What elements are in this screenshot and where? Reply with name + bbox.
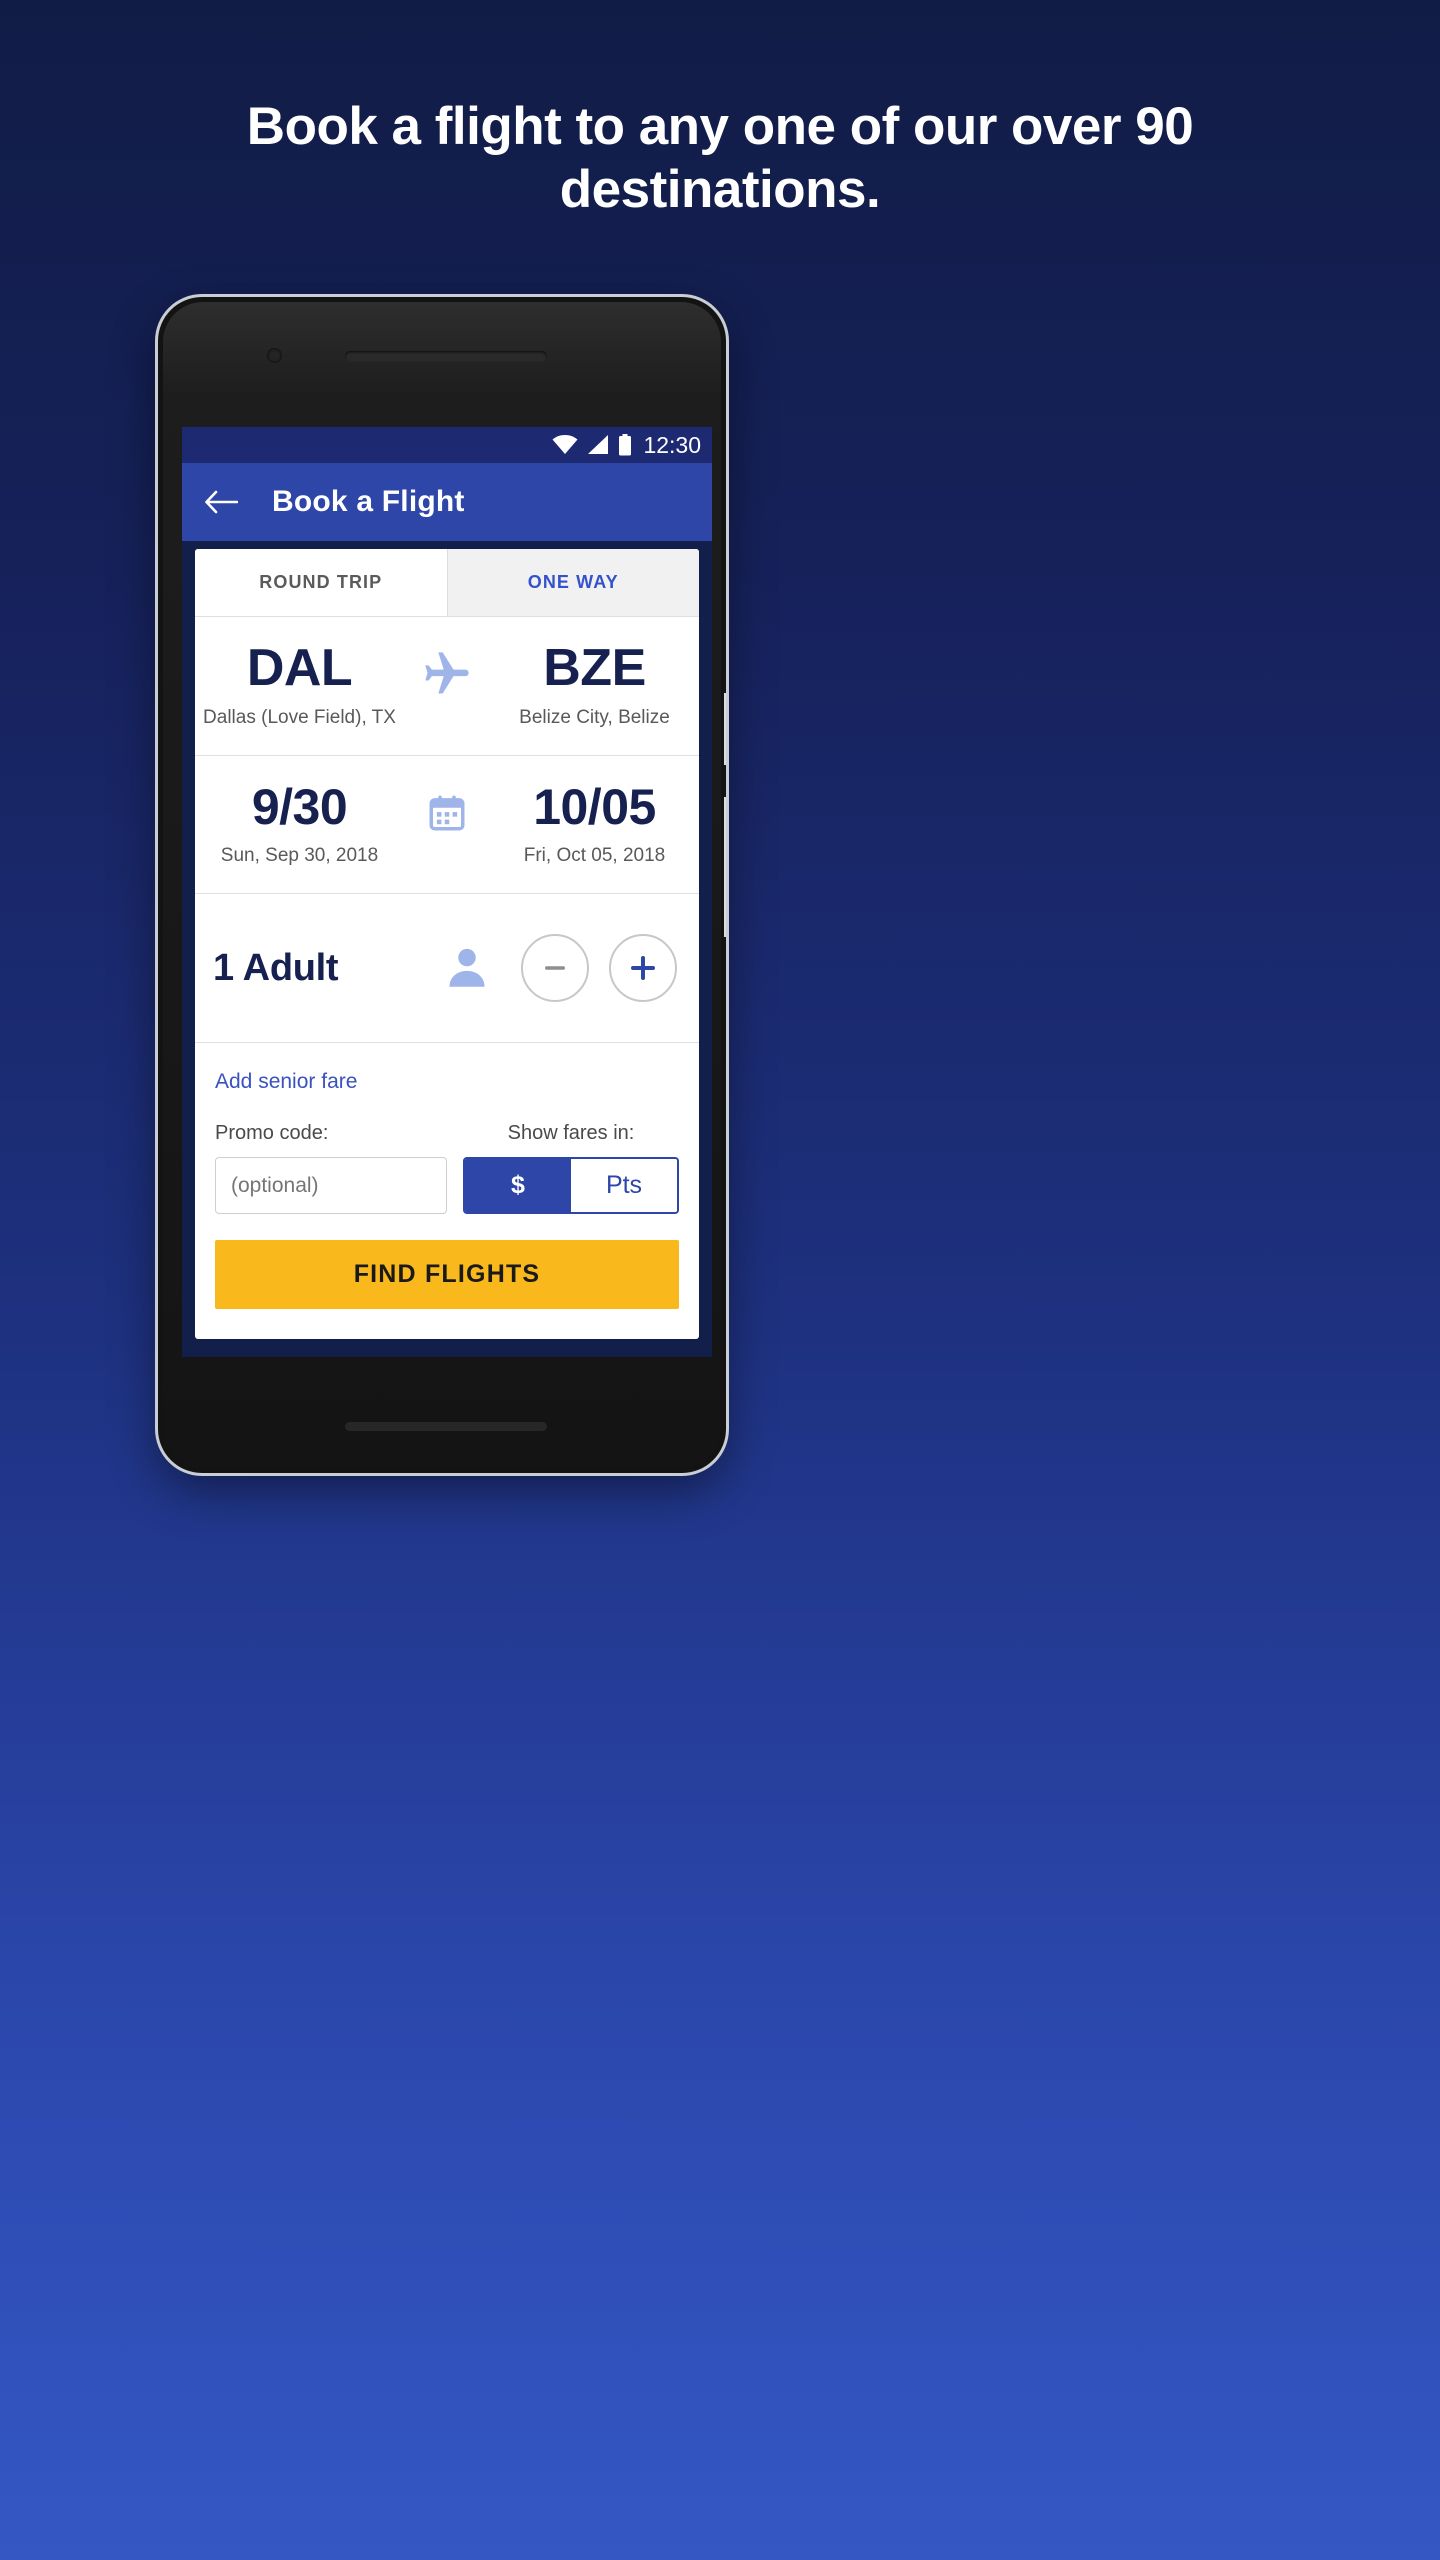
fare-option-dollars-label: $ [511,1171,525,1200]
app-bar-title: Book a Flight [272,485,465,518]
passenger-increment-button[interactable] [609,934,677,1003]
return-date-selector[interactable]: 10/05 Fri, Oct 05, 2018 [490,781,699,867]
booking-card: ROUND TRIP ONE WAY DAL Dallas (Love Fiel… [195,549,699,1340]
tab-one-way[interactable]: ONE WAY [446,549,699,616]
phone-bottom-speaker [345,1422,547,1431]
minus-icon [545,966,565,970]
fare-option-points-label: Pts [605,1171,643,1200]
origin-airport-code: DAL [246,639,353,697]
passenger-row: 1 Adult [195,894,699,1042]
tab-round-trip[interactable]: ROUND TRIP [195,549,447,616]
depart-date-long: Sun, Sep 30, 2018 [220,845,379,867]
cta-area: FIND FLIGHTS [195,1214,699,1339]
return-date-short: 10/05 [533,779,656,836]
origin-city-label: Dallas (Love Field), TX [203,707,396,729]
promo-code-block: Promo code: [215,1122,447,1215]
page-title: Book a flight to any one of our over 90 … [246,97,1194,219]
promo-code-label: Promo code: [215,1122,329,1145]
origin-selector[interactable]: DAL Dallas (Love Field), TX [195,639,404,729]
plus-icon [631,956,655,981]
depart-date-selector[interactable]: 9/30 Sun, Sep 30, 2018 [195,781,404,867]
route-swap-area [404,648,490,722]
airplane-icon [425,652,469,694]
passenger-count-label: 1 Adult [213,946,339,989]
fare-currency-toggle: $ Pts [463,1157,679,1215]
calendar-icon-area [404,792,490,856]
add-senior-fare-link[interactable]: Add senior fare [195,1043,699,1100]
signal-icon [588,435,609,454]
passenger-decrement-button[interactable] [521,934,589,1003]
back-arrow-icon[interactable] [204,490,238,514]
tab-one-way-label: ONE WAY [527,572,619,592]
earpiece-speaker [345,351,547,362]
phone-screen: 12:30 Book a Flight ROUND TRIP ONE WAY D… [182,427,712,1357]
front-camera-icon [267,348,282,363]
person-icon-area [441,943,493,993]
fare-option-points[interactable]: Pts [571,1159,677,1213]
promo-and-fares-row: Promo code: Show fares in: $ Pts [195,1100,699,1215]
battery-icon [619,434,632,456]
promo-code-input[interactable] [215,1157,447,1215]
show-fares-block: Show fares in: $ Pts [463,1122,679,1215]
person-icon [449,948,485,987]
show-fares-label: Show fares in: [507,1122,635,1145]
destination-airport-code: BZE [543,639,646,697]
add-senior-fare-label: Add senior fare [215,1070,358,1094]
trip-type-tabs: ROUND TRIP ONE WAY [195,549,699,616]
phone-volume-button [724,693,726,765]
tab-round-trip-label: ROUND TRIP [259,572,383,592]
status-bar: 12:30 [182,427,712,463]
depart-date-short: 9/30 [251,779,348,836]
calendar-icon [429,795,465,831]
destination-city-label: Belize City, Belize [519,707,670,729]
phone-power-button [724,797,726,937]
destination-selector[interactable]: BZE Belize City, Belize [490,639,699,729]
app-bar: Book a Flight [182,463,712,541]
promo-screenshot: Book a flight to any one of our over 90 … [0,0,1440,2560]
find-flights-button[interactable]: FIND FLIGHTS [215,1240,679,1310]
fare-option-dollars[interactable]: $ [465,1159,571,1213]
wifi-icon [552,435,578,454]
phone-device-mockup: 12:30 Book a Flight ROUND TRIP ONE WAY D… [158,297,726,1473]
date-selector-row[interactable]: 9/30 Sun, Sep 30, 2018 10/05 Fri, Oct 05… [195,756,699,893]
return-date-long: Fri, Oct 05, 2018 [523,845,666,867]
route-selector-row[interactable]: DAL Dallas (Love Field), TX BZE Belize C… [195,617,699,755]
status-bar-time: 12:30 [643,431,701,458]
phone-bezel: 12:30 Book a Flight ROUND TRIP ONE WAY D… [163,302,721,1468]
